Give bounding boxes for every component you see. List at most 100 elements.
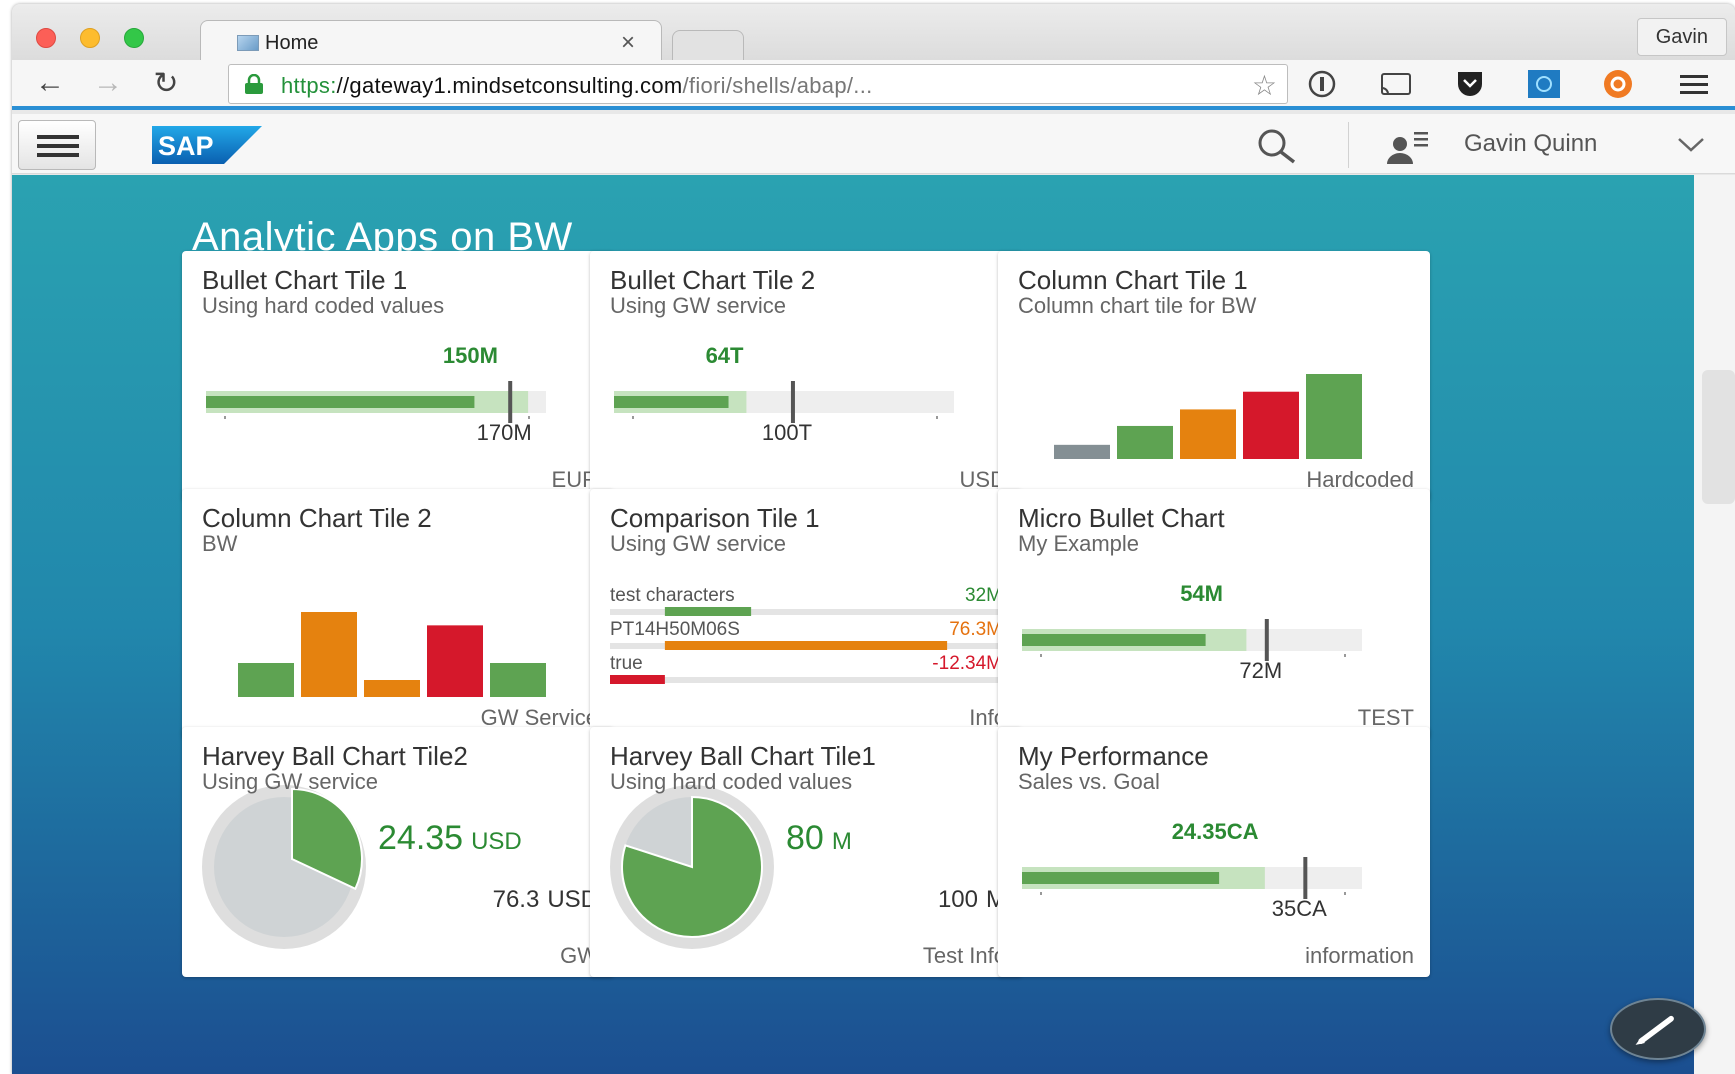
tab-strip: Home × Gavin (12, 4, 1735, 62)
extension-icon[interactable] (1526, 68, 1562, 100)
zoom-window-button[interactable] (124, 28, 144, 48)
tile-subtitle: Sales vs. Goal (1018, 769, 1160, 794)
bullet-actual-label: 64T (706, 343, 744, 368)
url-host: //gateway1.mindsetconsulting.com (336, 73, 683, 98)
bullet-tick (1040, 892, 1042, 895)
star-icon[interactable]: ☆ (1252, 69, 1277, 102)
minimize-window-button[interactable] (80, 28, 100, 48)
bullet-tick (224, 416, 226, 419)
column-bar (427, 625, 483, 697)
profile-button[interactable]: Gavin (1636, 18, 1727, 56)
column-bar (1054, 444, 1110, 459)
lock-icon (245, 74, 263, 94)
column-bar (1117, 425, 1173, 459)
tile-subtitle: My Example (1018, 531, 1140, 556)
comparison-row-label: PT14H50M06S (610, 619, 740, 640)
harvey-value-number: 24.35 (378, 819, 463, 857)
tile-column[interactable]: Column Chart Tile 2 BW GW Service (182, 489, 614, 739)
bullet-tick (1040, 654, 1042, 657)
bullet-actual-label: 150M (443, 343, 498, 368)
scrollbar-thumb[interactable] (1702, 370, 1735, 504)
tile-harvey[interactable]: 24.35 USD 76.3 USD Harvey Ball Chart Tile2 Us… (182, 727, 614, 977)
column-bar (238, 663, 294, 697)
comparison-row-value: 32M (965, 585, 1002, 606)
user-icon[interactable] (1384, 126, 1432, 166)
address-bar[interactable]: https://gateway1.mindsetconsulting.com/f… (228, 64, 1288, 104)
browser-window: Home × Gavin ← → ↻ https://gateway1.mind… (12, 4, 1735, 1074)
launchpad-content: Analytic Apps on BW 150M 170M Bullet Chart… (12, 175, 1694, 1074)
sap-logo[interactable]: SAP (152, 126, 262, 164)
harvey-value-unit: M (832, 828, 852, 855)
harvey-total: 100 M (938, 886, 1006, 913)
scrollbar[interactable] (1694, 175, 1735, 1074)
tab-home[interactable]: Home × (200, 20, 662, 62)
user-name[interactable]: Gavin Quinn (1464, 130, 1597, 158)
bullet-tick (1344, 654, 1346, 657)
menu-icon[interactable] (1676, 68, 1712, 100)
harvey-value: 80 M (786, 819, 852, 857)
search-icon[interactable] (1252, 126, 1304, 166)
tile-footer: information (1305, 943, 1414, 968)
column-bar (1306, 374, 1362, 459)
tile-subtitle: Column chart tile for BW (1018, 293, 1257, 318)
new-tab-button[interactable] (672, 30, 744, 60)
tile-comparison[interactable]: test characters 32M PT14H50M06S 76.3M true -1… (590, 489, 1022, 739)
tile-column[interactable]: Column Chart Tile 1 Column chart tile for… (998, 251, 1430, 501)
hamburger-menu-button[interactable] (18, 120, 96, 170)
bullet-actual-bar (1022, 872, 1220, 884)
reload-icon[interactable]: ↻ (146, 66, 186, 101)
tile-subtitle: Using GW service (610, 293, 787, 318)
back-icon[interactable]: ← (30, 66, 70, 100)
harvey-value: 24.35 USD (378, 819, 522, 857)
tile-title: Column Chart Tile 1 (1018, 265, 1248, 295)
tile-title: My Performance (1018, 741, 1209, 771)
column-bar (364, 680, 420, 697)
tile-bullet[interactable]: 150M 170M Bullet Chart Tile 1 Using hard co… (182, 251, 614, 501)
cast-icon[interactable] (1378, 68, 1414, 100)
bullet-target-marker (1303, 857, 1308, 899)
bullet-target-marker (790, 381, 795, 423)
chevron-down-icon[interactable] (1676, 134, 1706, 154)
tile-bullet[interactable]: 54M 72M Micro Bullet Chart My Example TEST (998, 489, 1430, 739)
tile-title: Comparison Tile 1 (610, 503, 820, 533)
tile-subtitle: Using GW service (610, 531, 787, 556)
info-icon[interactable] (1304, 68, 1340, 100)
tab-close-icon[interactable]: × (621, 29, 635, 57)
bullet-target-label: 35CA (1272, 896, 1327, 921)
bullet-tick (632, 416, 634, 419)
page-favicon-icon (237, 35, 259, 51)
tile-title: Micro Bullet Chart (1018, 503, 1225, 533)
tile-title: Harvey Ball Chart Tile2 (202, 741, 468, 771)
tile-title: Column Chart Tile 2 (202, 503, 432, 533)
bullet-target-label: 72M (1239, 658, 1282, 683)
bullet-tick (1344, 892, 1346, 895)
comparison-row-label: test characters (610, 585, 735, 606)
column-bar (490, 663, 546, 697)
tile-harvey[interactable]: 80 M 100 M Harvey Ball Chart Tile1 Using hard… (590, 727, 1022, 977)
tile-bullet[interactable]: 24.35CA 35CA My Performance Sales vs. Goal i… (998, 727, 1430, 977)
harvey-total-number: 76.3 (493, 886, 540, 913)
comparison-row-label: true (610, 653, 643, 674)
edit-button[interactable] (1610, 998, 1706, 1060)
pocket-icon[interactable] (1452, 68, 1488, 100)
forward-icon[interactable]: → (88, 66, 128, 100)
column-bar (1243, 391, 1299, 459)
bullet-tick (528, 416, 530, 419)
bullet-target-label: 100T (762, 420, 812, 445)
bullet-target-label: 170M (477, 420, 532, 445)
pencil-icon (1635, 1015, 1674, 1045)
bullet-target-marker (1264, 619, 1269, 661)
tile-subtitle: Using hard coded values (610, 769, 853, 794)
close-window-button[interactable] (36, 28, 56, 48)
comparison-bar (610, 675, 665, 684)
harvey-value-number: 80 (786, 819, 824, 857)
harvey-total: 76.3 USD (493, 886, 598, 913)
tile-footer: Test Info (922, 943, 1006, 968)
url-text: https://gateway1.mindsetconsulting.com/f… (281, 73, 873, 99)
tile-bullet[interactable]: 64T 100T Bullet Chart Tile 2 Using GW servi… (590, 251, 1022, 501)
tile-subtitle: BW (202, 531, 238, 556)
tab-title: Home (265, 32, 319, 54)
column-bar (301, 612, 357, 697)
tile-title: Bullet Chart Tile 2 (610, 265, 816, 295)
lastpass-icon[interactable] (1600, 68, 1636, 100)
